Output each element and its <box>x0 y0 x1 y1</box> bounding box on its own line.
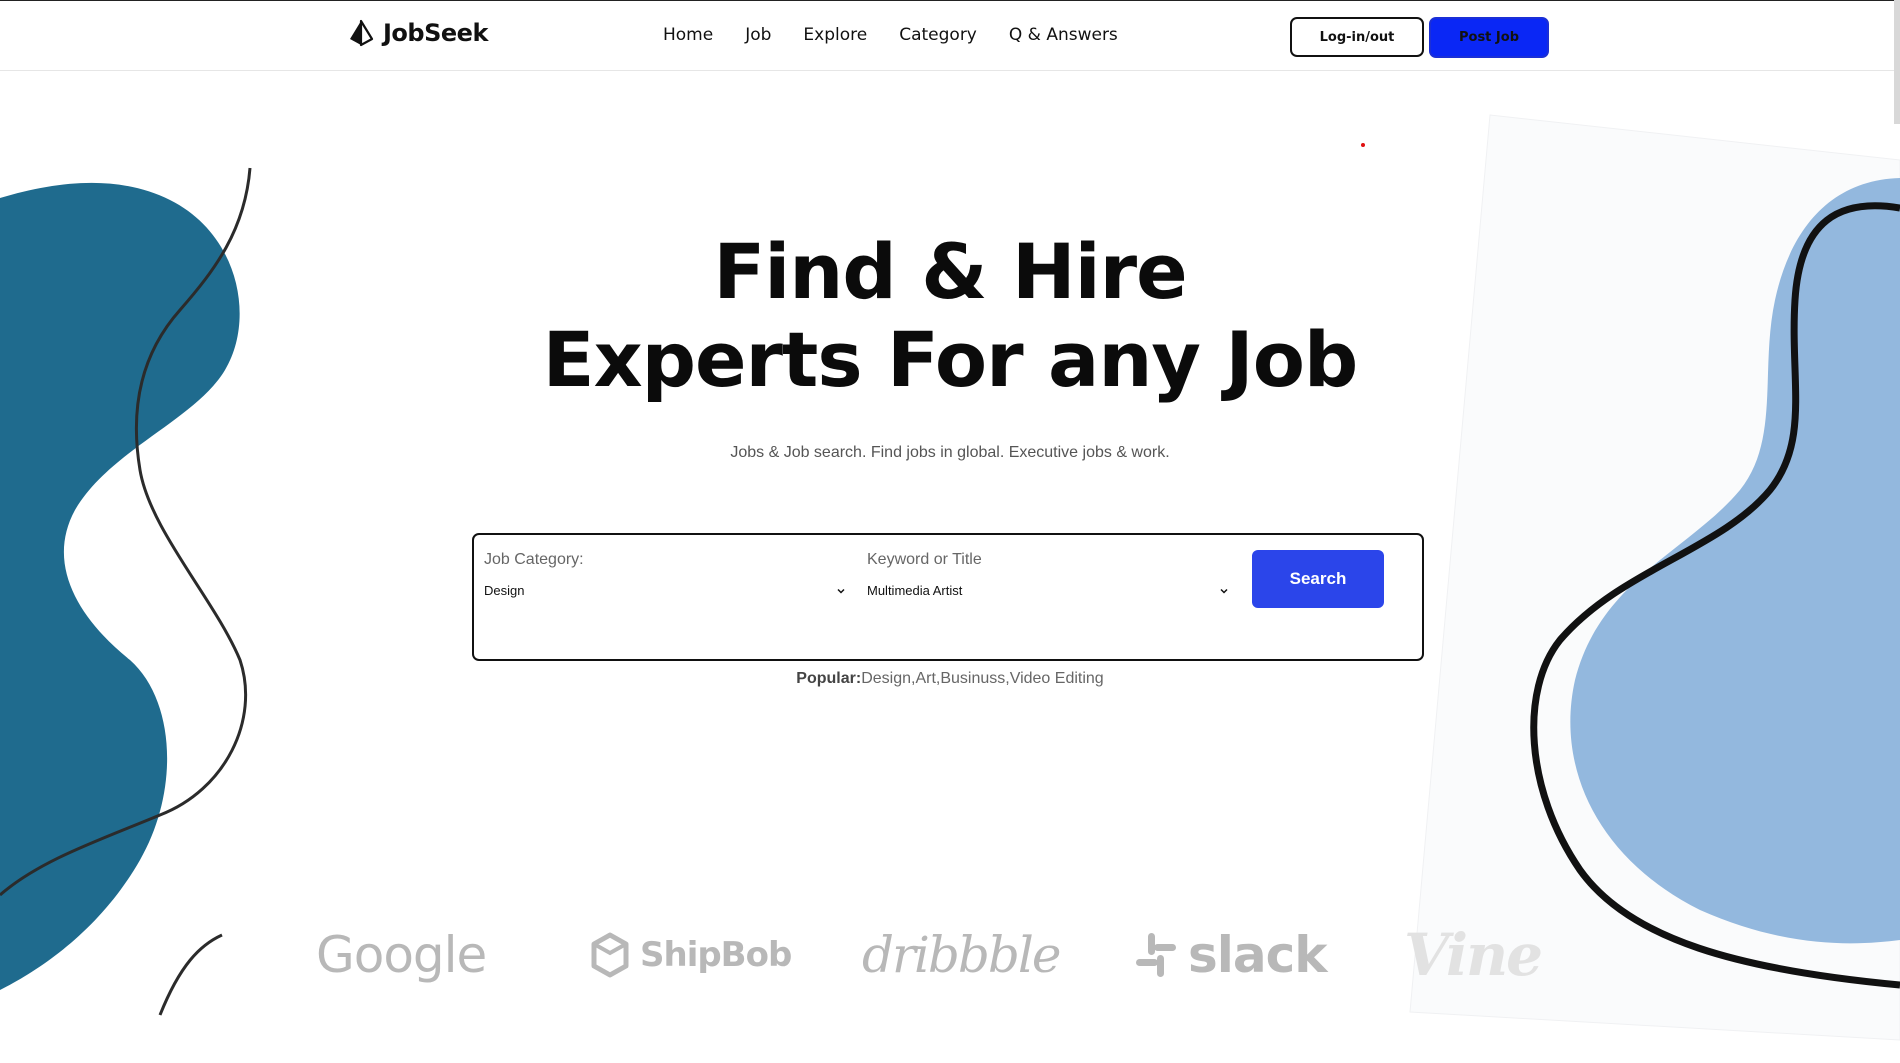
logo-text: JobSeek <box>383 19 488 47</box>
background-decoration <box>0 114 1900 1041</box>
chevron-down-icon <box>837 588 845 594</box>
job-category-select[interactable]: Design <box>484 583 846 598</box>
dribbble-logo-text: dribbble <box>862 926 1062 984</box>
nav-item-category[interactable]: Category <box>899 25 977 45</box>
popular-label: Popular: <box>796 670 862 687</box>
hero-title-line-2: Experts For any Job <box>542 315 1359 404</box>
login-button[interactable]: Log-in/out <box>1290 17 1424 57</box>
main-nav: Home Job Explore Category Q & Answers <box>663 25 1118 45</box>
brand-logos: Google ShipBob dribbble slack Vine <box>0 920 1900 990</box>
job-category-field: Job Category: Design <box>484 551 846 598</box>
slack-logo-text: slack <box>1188 926 1328 984</box>
slack-logo: slack <box>1134 920 1328 990</box>
keyword-value: Multimedia Artist <box>867 583 963 598</box>
hero-title: Find & Hire Experts For any Job <box>450 228 1450 404</box>
popular-searches: Popular:Design,Art,Businuss,Video Editin… <box>450 670 1450 688</box>
nav-item-explore[interactable]: Explore <box>803 25 867 45</box>
hero-subtitle: Jobs & Job search. Find jobs in global. … <box>730 444 1170 461</box>
chevron-down-icon <box>1220 588 1228 594</box>
red-dot-decoration <box>1361 143 1365 147</box>
shipbob-logo: ShipBob <box>590 920 792 990</box>
vine-logo-text: Vine <box>1404 921 1543 989</box>
page: JobSeek Home Job Explore Category Q & An… <box>0 0 1900 1063</box>
nav-item-qa[interactable]: Q & Answers <box>1009 25 1118 45</box>
google-logo-text: Google <box>316 926 487 984</box>
nav-item-job[interactable]: Job <box>745 25 771 45</box>
dribbble-logo: dribbble <box>862 920 1062 990</box>
job-category-value: Design <box>484 583 525 598</box>
logo[interactable]: JobSeek <box>347 19 488 47</box>
vine-logo: Vine <box>1404 920 1543 990</box>
keyword-select[interactable]: Multimedia Artist <box>867 583 1229 598</box>
top-navbar: JobSeek Home Job Explore Category Q & An… <box>0 0 1900 71</box>
nav-item-home[interactable]: Home <box>663 25 713 45</box>
shipbob-icon <box>591 932 629 978</box>
google-logo: Google <box>316 920 487 990</box>
search-button[interactable]: Search <box>1252 550 1384 608</box>
keyword-field: Keyword or Title Multimedia Artist <box>867 551 1229 598</box>
keyword-label: Keyword or Title <box>867 551 982 568</box>
hero-title-line-1: Find & Hire <box>713 227 1187 316</box>
shipbob-logo-text: ShipBob <box>640 935 792 975</box>
popular-items[interactable]: Design,Art,Businuss,Video Editing <box>861 670 1104 687</box>
logo-icon <box>350 19 374 47</box>
slack-icon <box>1136 933 1176 977</box>
page-scrollbar[interactable] <box>1894 0 1900 124</box>
job-search-form: Job Category: Design Keyword or Title Mu… <box>472 533 1424 661</box>
job-category-label: Job Category: <box>484 551 584 568</box>
post-job-button[interactable]: Post Job <box>1429 17 1549 58</box>
